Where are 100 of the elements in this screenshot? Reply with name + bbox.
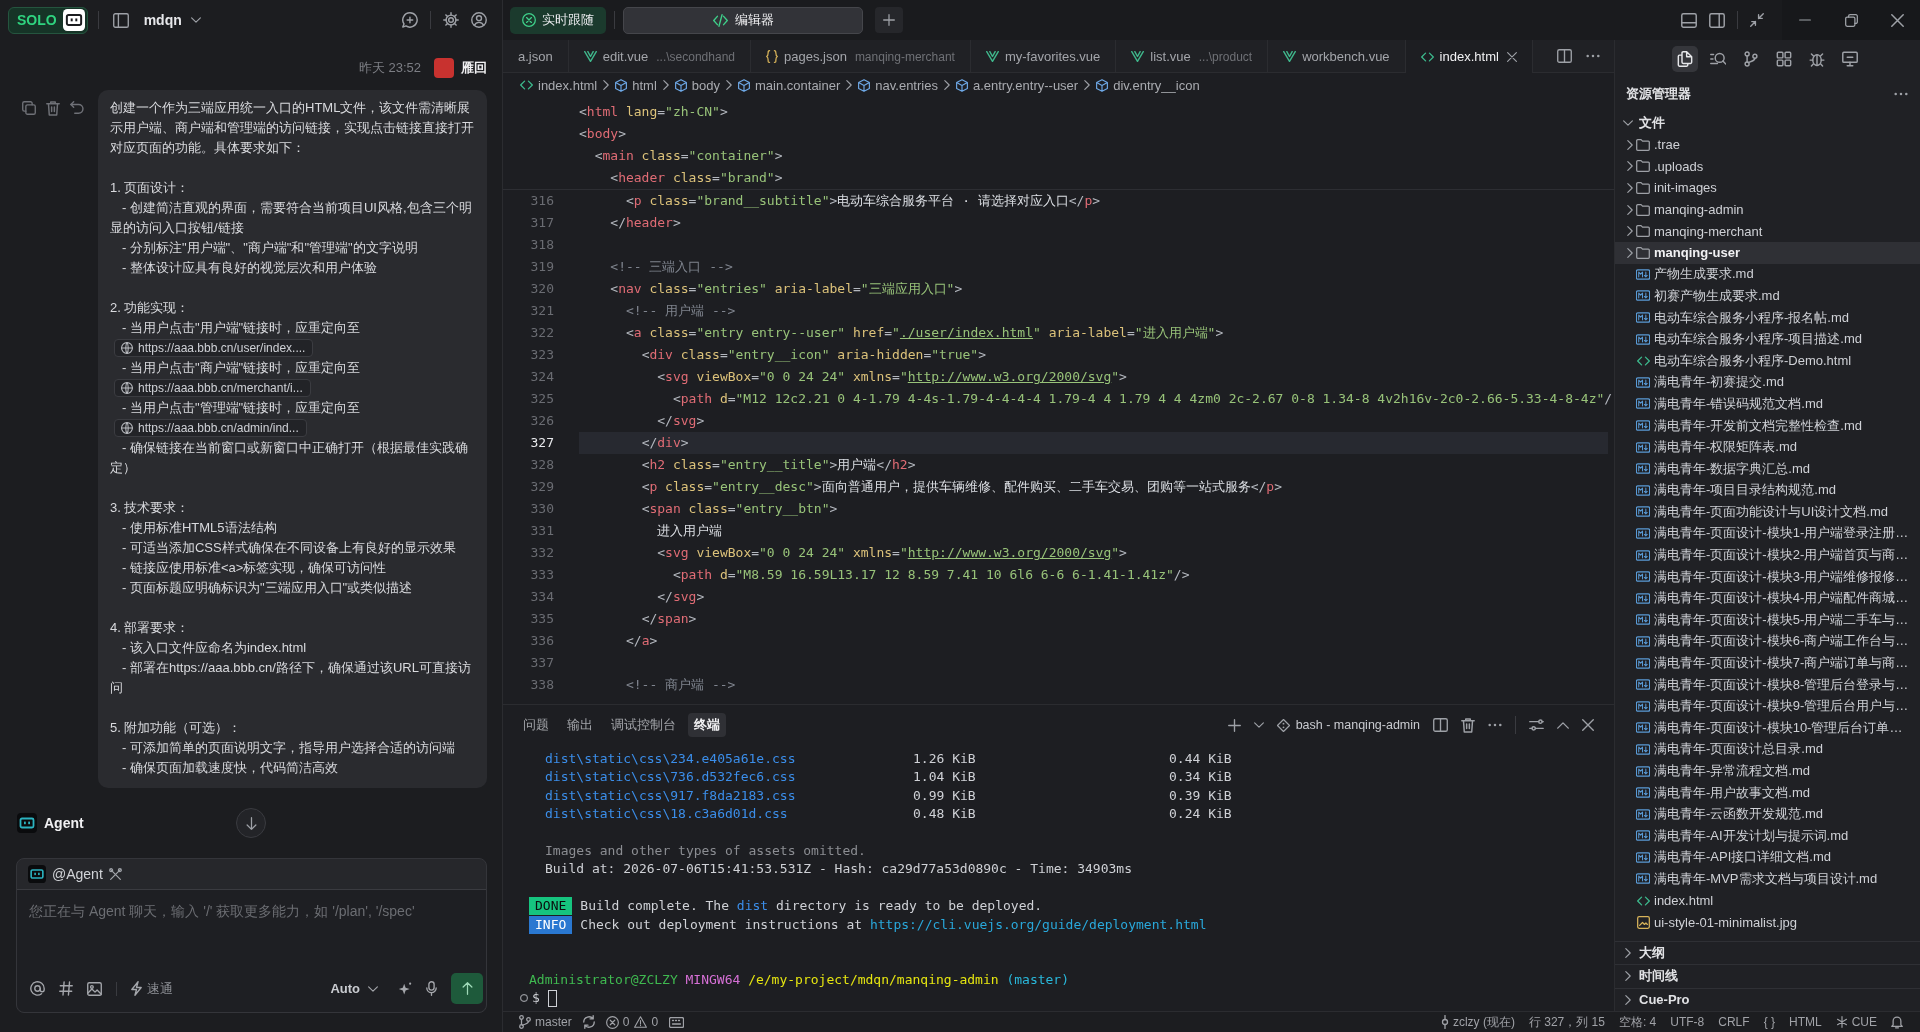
error-count[interactable]: 0	[605, 1015, 630, 1029]
breadcrumb-item[interactable]: nav.entries	[858, 77, 938, 93]
file-tree-item[interactable]: .trae	[1615, 134, 1920, 156]
editor-tab[interactable]: index.html	[1405, 40, 1533, 73]
indent-setting[interactable]: 空格: 4	[1618, 1013, 1657, 1031]
sparkle-icon[interactable]	[398, 982, 412, 995]
search-icon[interactable]	[1710, 51, 1726, 67]
chevron-right-icon[interactable]	[1627, 247, 1633, 258]
model-selector[interactable]: Auto	[330, 981, 378, 996]
file-tree-item[interactable]: index.html	[1615, 889, 1920, 912]
file-tree-item[interactable]: 电动车综合服务小程序-报名帖.md	[1615, 306, 1920, 329]
panel-tab[interactable]: 输出	[561, 713, 599, 737]
file-tree-item[interactable]: 初赛产物生成要求.md	[1615, 285, 1920, 307]
agent-mention[interactable]: @Agent	[52, 866, 103, 882]
file-tree-item[interactable]: 满电青年-API接口详细文档.md	[1615, 846, 1920, 869]
editor-tab[interactable]: a.json	[503, 40, 569, 73]
file-tree-item[interactable]: 满电青年-页面设计-模块3-用户端维修报修…	[1615, 565, 1920, 588]
file-tree-item[interactable]: 满电青年-页面设计-模块4-用户端配件商城…	[1615, 587, 1920, 610]
file-tree-item[interactable]: 满电青年-AI开发计划与提示词.md	[1615, 825, 1920, 847]
file-tree-item[interactable]: 满电青年-页面设计-模块7-商户端订单与商…	[1615, 652, 1920, 674]
terminal-cursor[interactable]	[547, 989, 557, 1007]
author-status[interactable]: zclzy (现在)	[1440, 1013, 1515, 1031]
file-tree-item[interactable]: manqing-user	[1615, 241, 1920, 264]
at-sign-icon[interactable]	[30, 981, 45, 996]
file-tree-item[interactable]: 满电青年-用户故事文档.md	[1615, 781, 1920, 804]
editor-tab[interactable]: my-favorites.vue	[970, 40, 1117, 73]
panel-tab[interactable]: 调试控制台	[605, 713, 682, 737]
delete-icon[interactable]	[46, 101, 60, 116]
breadcrumb-item[interactable]: main.container	[738, 77, 841, 93]
editor-tab[interactable]: edit.vue ...\secondhand	[568, 40, 751, 73]
file-tree-item[interactable]: 满电青年-云函数开发规范.md	[1615, 803, 1920, 825]
encoding-status[interactable]: UTF-8	[1670, 1015, 1705, 1029]
extensions-icon[interactable]	[1776, 51, 1792, 67]
copy-icon[interactable]	[22, 101, 36, 115]
section-header[interactable]: 文件	[1615, 112, 1920, 134]
chevron-up-icon[interactable]	[1557, 721, 1569, 729]
mode-button[interactable]: 速通	[131, 979, 173, 998]
send-button[interactable]	[451, 973, 483, 1004]
breadcrumb-item[interactable]: html	[615, 77, 657, 93]
link-chip[interactable]: https://aaa.bbb.cn/user/index....	[114, 339, 314, 357]
file-tree-item[interactable]: ui-style-01-minimalist.jpg	[1615, 911, 1920, 933]
panel-tab[interactable]: 问题	[517, 713, 555, 737]
collapse-icon[interactable]	[1750, 13, 1764, 27]
monitor-icon[interactable]	[1842, 51, 1858, 67]
file-tree-item[interactable]: 满电青年-页面设计-模块9-管理后台用户与…	[1615, 695, 1920, 718]
branch-status[interactable]: master	[519, 1015, 572, 1029]
more-icon[interactable]	[1586, 54, 1600, 58]
panel-right-icon[interactable]	[1709, 12, 1725, 28]
plus-icon[interactable]	[1227, 718, 1241, 732]
file-tree-item[interactable]: 满电青年-数据字典汇总.md	[1615, 457, 1920, 480]
close-icon[interactable]	[1582, 719, 1594, 731]
file-tree-item[interactable]: 满电青年-页面功能设计与UI设计文档.md	[1615, 501, 1920, 523]
file-tree-item[interactable]: 满电青年-权限矩阵表.md	[1615, 436, 1920, 458]
file-tree-item[interactable]: 满电青年-页面设计-模块1-用户端登录注册…	[1615, 522, 1920, 545]
file-tree-item[interactable]: 满电青年-页面设计-模块5-用户端二手车与…	[1615, 609, 1920, 631]
file-tree-item[interactable]: 满电青年-初赛提交.md	[1615, 371, 1920, 394]
link-chip[interactable]: https://aaa.bbb.cn/merchant/i...	[114, 379, 311, 397]
file-tree-item[interactable]: 满电青年-项目目录结构规范.md	[1615, 479, 1920, 502]
line-ending-status[interactable]: CRLF	[1718, 1015, 1750, 1029]
bracket-status[interactable]: { }	[1763, 1015, 1775, 1029]
undo-icon[interactable]	[70, 101, 84, 114]
link-chip[interactable]: https://aaa.bbb.cn/admin/ind...	[114, 419, 307, 437]
editor-tab[interactable]: workbench.vue	[1268, 40, 1406, 73]
sidebar-toggle-icon[interactable]	[112, 12, 129, 28]
plus-icon[interactable]	[883, 14, 895, 26]
breadcrumb-item[interactable]: div.entry__icon	[1096, 77, 1200, 93]
chevron-right-icon[interactable]	[1627, 204, 1633, 215]
sliders-icon[interactable]	[1529, 719, 1544, 731]
source-control-icon[interactable]	[1743, 51, 1759, 67]
close-icon[interactable]	[1506, 51, 1517, 62]
file-tree-item[interactable]: 满电青年-页面设计总目录.md	[1615, 738, 1920, 761]
file-tree-item[interactable]: init-images	[1615, 177, 1920, 199]
microphone-icon[interactable]	[426, 981, 437, 996]
bell-icon[interactable]	[1891, 1015, 1903, 1029]
terminal-selector[interactable]: bash - manqing-admin	[1276, 718, 1420, 732]
hash-icon[interactable]	[59, 981, 73, 996]
file-tree-item[interactable]: 满电青年-错误码规范文档.md	[1615, 393, 1920, 415]
close-icon[interactable]	[1890, 13, 1904, 27]
account-icon[interactable]	[471, 12, 487, 28]
cursor-position[interactable]: 行 327，列 15	[1528, 1013, 1605, 1031]
message-input[interactable]: 您正在与 Agent 聊天，输入 '/' 获取更多能力，如 '/plan', '/spec'	[17, 890, 486, 972]
warning-count[interactable]: 0	[634, 1015, 659, 1029]
settings-icon[interactable]	[443, 12, 459, 28]
file-tree-item[interactable]: manqing-merchant	[1615, 220, 1920, 242]
chevron-right-icon[interactable]	[1627, 226, 1633, 237]
breadcrumb-item[interactable]: a.entry.entry--user	[955, 77, 1079, 93]
file-tree-item[interactable]: 产物生成要求.md	[1615, 263, 1920, 286]
scroll-down-button[interactable]	[236, 808, 266, 838]
bug-icon[interactable]	[1809, 51, 1825, 67]
split-editor-icon[interactable]	[1433, 718, 1448, 732]
language-mode[interactable]: HTML	[1789, 1015, 1822, 1029]
new-chat-icon[interactable]	[402, 12, 418, 28]
input-box[interactable]: 您正在与 Agent 聊天，输入 '/' 获取更多能力，如 '/plan', '/spec' 速通 Auto	[17, 889, 486, 1012]
file-tree-item[interactable]: .uploads	[1615, 155, 1920, 178]
file-tree-item[interactable]: 满电青年-MVP需求文档与项目设计.md	[1615, 868, 1920, 890]
solo-mode-button[interactable]: SOLO	[8, 6, 88, 34]
section-header[interactable]: 时间线	[1615, 965, 1920, 988]
more-icon[interactable]	[1894, 92, 1908, 96]
section-header[interactable]: Cue-Pro	[1615, 988, 1920, 1011]
tools-icon[interactable]	[108, 867, 122, 881]
